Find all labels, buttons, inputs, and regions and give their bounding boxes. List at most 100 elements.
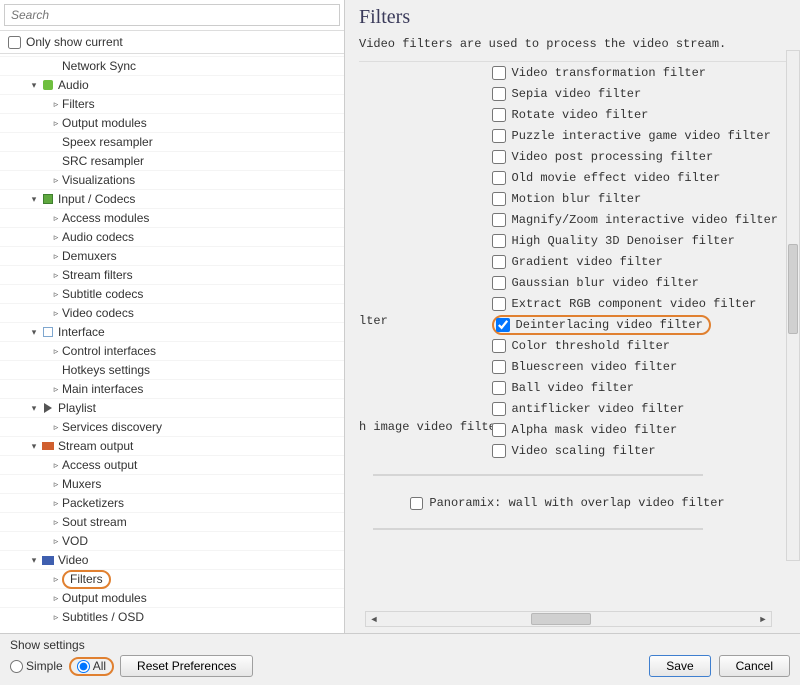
tree-item[interactable]: ▹VOD <box>0 531 344 550</box>
only-show-current-row[interactable]: Only show current <box>0 31 344 54</box>
chevron-right-icon[interactable]: ▹ <box>50 175 62 186</box>
filter-checkbox[interactable] <box>492 213 506 227</box>
filter-item[interactable]: Old movie effect video filter <box>492 167 778 188</box>
tree-item[interactable]: ▹Filters <box>0 569 344 588</box>
chevron-right-icon[interactable]: ▹ <box>50 460 62 471</box>
tree-item[interactable]: Hotkeys settings <box>0 360 344 379</box>
scroll-thumb[interactable] <box>531 613 591 625</box>
only-show-current-checkbox[interactable] <box>8 36 21 49</box>
filter-item[interactable]: Puzzle interactive game video filter <box>492 125 778 146</box>
save-button[interactable]: Save <box>649 655 710 677</box>
filter-item[interactable]: Ball video filter <box>492 377 778 398</box>
filter-checkbox[interactable] <box>492 381 506 395</box>
tree-item[interactable]: ▹Access modules <box>0 208 344 227</box>
filter-checkbox[interactable] <box>492 297 506 311</box>
chevron-right-icon[interactable]: ▹ <box>50 479 62 490</box>
radio-all-input[interactable] <box>77 660 90 673</box>
tree-item[interactable]: ▾Audio <box>0 75 344 94</box>
chevron-right-icon[interactable]: ▹ <box>50 251 62 262</box>
tree-item[interactable]: ▾Interface <box>0 322 344 341</box>
filter-checkbox[interactable] <box>492 87 506 101</box>
filter-item[interactable]: Video post processing filter <box>492 146 778 167</box>
filter-item[interactable]: Extract RGB component video filter <box>492 293 778 314</box>
tree-item[interactable]: ▹Control interfaces <box>0 341 344 360</box>
filter-checkbox[interactable] <box>492 423 506 437</box>
chevron-right-icon[interactable]: ▹ <box>50 593 62 604</box>
filter-item[interactable]: Bluescreen video filter <box>492 356 778 377</box>
tree-item[interactable]: ▹Visualizations <box>0 170 344 189</box>
tree-item[interactable]: ▹Filters <box>0 94 344 113</box>
radio-all[interactable]: All <box>77 659 106 674</box>
tree-item[interactable]: ▹Stream filters <box>0 265 344 284</box>
scroll-right-icon[interactable]: ► <box>755 614 771 624</box>
tree-item[interactable]: ▾Input / Codecs <box>0 189 344 208</box>
filter-item[interactable]: antiflicker video filter <box>492 398 778 419</box>
filter-checkbox[interactable] <box>492 129 506 143</box>
chevron-right-icon[interactable]: ▹ <box>50 384 62 395</box>
filter-checkbox[interactable] <box>492 171 506 185</box>
tree-item[interactable]: ▹Services discovery <box>0 417 344 436</box>
filter-checkbox[interactable] <box>492 234 506 248</box>
chevron-right-icon[interactable]: ▹ <box>50 213 62 224</box>
filter-checkbox[interactable] <box>492 66 506 80</box>
chevron-down-icon[interactable]: ▾ <box>28 194 40 205</box>
chevron-right-icon[interactable]: ▹ <box>50 99 62 110</box>
filter-checkbox[interactable] <box>492 276 506 290</box>
chevron-right-icon[interactable]: ▹ <box>50 422 62 433</box>
tree-item[interactable]: ▾Video <box>0 550 344 569</box>
filter-item[interactable]: Sepia video filter <box>492 83 778 104</box>
tree-item[interactable]: ▹Subtitle codecs <box>0 284 344 303</box>
tree-item[interactable]: ▾Playlist <box>0 398 344 417</box>
vertical-scrollbar[interactable] <box>786 50 800 561</box>
chevron-right-icon[interactable]: ▹ <box>50 517 62 528</box>
tree-item[interactable]: Network Sync <box>0 56 344 75</box>
tree-item[interactable]: ▹Subtitles / OSD <box>0 607 344 626</box>
filter-item[interactable]: Gradient video filter <box>492 251 778 272</box>
filter-checkbox[interactable] <box>492 108 506 122</box>
tree-item[interactable]: ▹Video codecs <box>0 303 344 322</box>
chevron-right-icon[interactable]: ▹ <box>50 118 62 129</box>
filter-item[interactable]: Color threshold filter <box>492 335 778 356</box>
chevron-down-icon[interactable]: ▾ <box>28 80 40 91</box>
filter-item[interactable]: Video transformation filter <box>492 62 778 83</box>
chevron-down-icon[interactable]: ▾ <box>28 403 40 414</box>
filter-item[interactable]: Magnify/Zoom interactive video filter <box>492 209 778 230</box>
tree-item[interactable]: ▹Muxers <box>0 474 344 493</box>
tree-item[interactable]: ▾Stream output <box>0 436 344 455</box>
filter-checkbox[interactable] <box>492 360 506 374</box>
chevron-down-icon[interactable]: ▾ <box>28 555 40 566</box>
tree-item[interactable]: ▹Sout stream <box>0 512 344 531</box>
chevron-right-icon[interactable]: ▹ <box>50 536 62 547</box>
cancel-button[interactable]: Cancel <box>719 655 790 677</box>
filter-checkbox[interactable] <box>496 318 510 332</box>
tree-item[interactable]: ▹Main interfaces <box>0 379 344 398</box>
scroll-left-icon[interactable]: ◄ <box>366 614 382 624</box>
tree-item[interactable]: SRC resampler <box>0 151 344 170</box>
tree-item[interactable]: ▹Packetizers <box>0 493 344 512</box>
chevron-down-icon[interactable]: ▾ <box>28 441 40 452</box>
tree-item[interactable]: ▹Output modules <box>0 113 344 132</box>
reset-preferences-button[interactable]: Reset Preferences <box>120 655 253 677</box>
chevron-right-icon[interactable]: ▹ <box>50 574 62 585</box>
panoramix-row[interactable]: Panoramix: wall with overlap video filte… <box>359 496 776 510</box>
search-input[interactable] <box>4 4 340 26</box>
filter-item[interactable]: Gaussian blur video filter <box>492 272 778 293</box>
chevron-right-icon[interactable]: ▹ <box>50 612 62 623</box>
filter-checkbox[interactable] <box>492 444 506 458</box>
filter-checkbox[interactable] <box>492 150 506 164</box>
chevron-right-icon[interactable]: ▹ <box>50 232 62 243</box>
chevron-right-icon[interactable]: ▹ <box>50 270 62 281</box>
tree-item[interactable]: ▹Access output <box>0 455 344 474</box>
preferences-tree[interactable]: Network Sync▾Audio▹Filters▹Output module… <box>0 54 344 633</box>
filter-item[interactable]: Motion blur filter <box>492 188 778 209</box>
filter-checkbox[interactable] <box>492 339 506 353</box>
radio-simple-input[interactable] <box>10 660 23 673</box>
chevron-right-icon[interactable]: ▹ <box>50 498 62 509</box>
chevron-right-icon[interactable]: ▹ <box>50 346 62 357</box>
filter-item[interactable]: Deinterlacing video filter <box>492 314 778 335</box>
tree-item[interactable]: Speex resampler <box>0 132 344 151</box>
chevron-right-icon[interactable]: ▹ <box>50 308 62 319</box>
panoramix-checkbox[interactable] <box>410 497 423 510</box>
filter-checkbox[interactable] <box>492 255 506 269</box>
scroll-thumb[interactable] <box>788 244 798 334</box>
